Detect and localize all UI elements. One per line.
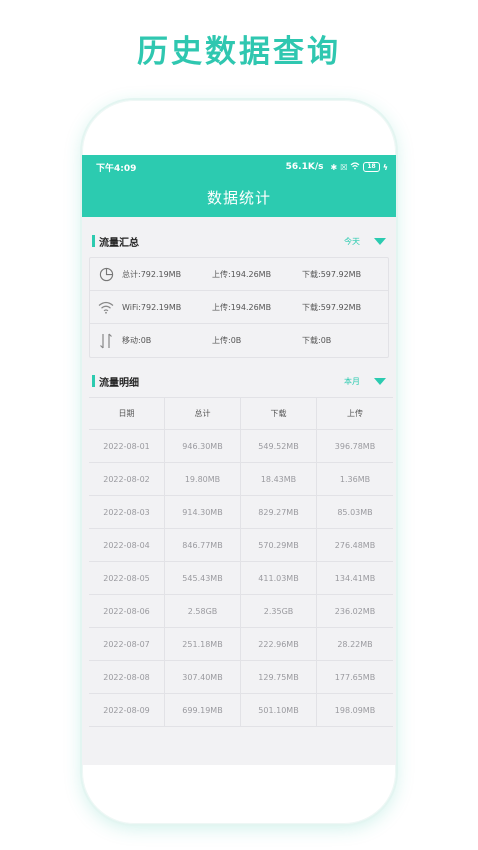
- app-bar: 下午4:09 56.1K/s ✱ ☒ 18 ϟ 数据统计: [82, 155, 396, 217]
- cell-upload: 134.41MB: [334, 573, 376, 583]
- status-time: 下午4:09: [96, 163, 137, 174]
- table-row: 2022-08-01 946.30MB 549.52MB 396.78MB: [89, 430, 393, 463]
- table-row: 2022-08-08 307.40MB 129.75MB 177.65MB: [89, 661, 393, 694]
- cell-total: 251.18MB: [165, 628, 241, 660]
- table-body: 2022-08-01 946.30MB 549.52MB 396.78MB 2022-0…: [89, 430, 393, 727]
- section-accent-bar: [92, 235, 95, 247]
- mobile-download: 下载:0B: [302, 336, 332, 345]
- mobile-total: 移动:0B: [122, 336, 152, 345]
- cell-upload: 396.78MB: [334, 441, 376, 451]
- promo-headline: 历史数据查询: [137, 34, 341, 70]
- table-row: 2022-08-06 2.58GB 2.35GB 236.02MB: [89, 595, 393, 628]
- wifi-total: WiFi:792.19MB: [122, 302, 182, 312]
- network-speed: 56.1K/s: [285, 162, 324, 172]
- cell-download: 549.52MB: [241, 430, 317, 462]
- summary-upload: 上传:194.26MB: [212, 269, 272, 279]
- cell-upload: 198.09MB: [334, 705, 376, 715]
- pie-chart-icon: [90, 267, 122, 282]
- wifi-icon: [90, 301, 122, 314]
- table-header: 日期 总计 下载 上传: [89, 397, 393, 430]
- summary-section-title: 流量汇总: [99, 237, 139, 249]
- cell-download: 411.03MB: [241, 562, 317, 594]
- cell-total: 946.30MB: [165, 430, 241, 462]
- cell-upload: 177.65MB: [334, 672, 376, 682]
- cell-date: 2022-08-01: [89, 430, 165, 462]
- cell-date: 2022-08-05: [89, 562, 165, 594]
- cell-upload: 236.02MB: [334, 606, 376, 616]
- cell-download: 2.35GB: [241, 595, 317, 627]
- cell-download: 570.29MB: [241, 529, 317, 561]
- battery-icon: 18: [363, 162, 380, 172]
- summary-row-mobile: 移动:0B 上传:0B 下载:0B: [90, 324, 388, 357]
- summary-row-wifi: WiFi:792.19MB 上传:194.26MB 下载:597.92MB: [90, 291, 388, 324]
- summary-period-selector[interactable]: 今天: [344, 236, 360, 247]
- cell-upload: 28.22MB: [337, 639, 373, 649]
- cell-upload: 276.48MB: [334, 540, 376, 550]
- cell-download: 501.10MB: [241, 694, 317, 726]
- detail-period-selector[interactable]: 本月: [344, 376, 360, 387]
- summary-dropdown-icon[interactable]: [374, 237, 386, 245]
- cell-date: 2022-08-03: [89, 496, 165, 528]
- phone-frame: 下午4:09 56.1K/s ✱ ☒ 18 ϟ 数据统计 流量汇总 今天 总计:…: [82, 100, 396, 824]
- column-header-total: 总计: [165, 398, 241, 429]
- column-header-upload: 上传: [347, 409, 363, 418]
- column-header-date: 日期: [89, 398, 165, 429]
- status-bar: 下午4:09 56.1K/s ✱ ☒ 18 ϟ: [96, 159, 388, 175]
- summary-section-header: 流量汇总 今天: [92, 232, 386, 250]
- wifi-download: 下载:597.92MB: [302, 302, 362, 312]
- cell-date: 2022-08-04: [89, 529, 165, 561]
- page-title: 数据统计: [206, 189, 271, 207]
- detail-section-title: 流量明细: [99, 377, 139, 389]
- table-row: 2022-08-05 545.43MB 411.03MB 134.41MB: [89, 562, 393, 595]
- wifi-upload: 上传:194.26MB: [212, 302, 272, 312]
- summary-row-total: 总计:792.19MB 上传:194.26MB 下载:597.92MB: [90, 258, 388, 291]
- cell-upload: 85.03MB: [337, 507, 373, 517]
- cell-total: 307.40MB: [165, 661, 241, 693]
- charging-icon: ϟ: [382, 162, 388, 172]
- table-row: 2022-08-07 251.18MB 222.96MB 28.22MB: [89, 628, 393, 661]
- bluetooth-icon: ✱: [330, 162, 338, 172]
- cell-upload: 1.36MB: [339, 474, 371, 484]
- cell-date: 2022-08-09: [89, 694, 165, 726]
- table-row: 2022-08-03 914.30MB 829.27MB 85.03MB: [89, 496, 393, 529]
- section-accent-bar: [92, 375, 95, 387]
- summary-panel: 总计:792.19MB 上传:194.26MB 下载:597.92MB WiFi…: [89, 257, 389, 358]
- cell-download: 222.96MB: [241, 628, 317, 660]
- detail-table: 日期 总计 下载 上传 2022-08-01 946.30MB 549.52MB 39…: [89, 397, 393, 727]
- cell-total: 846.77MB: [165, 529, 241, 561]
- cell-download: 829.27MB: [241, 496, 317, 528]
- cell-total: 545.43MB: [165, 562, 241, 594]
- summary-download: 下载:597.92MB: [302, 269, 362, 279]
- table-row: 2022-08-04 846.77MB 570.29MB 276.48MB: [89, 529, 393, 562]
- cell-total: 2.58GB: [165, 595, 241, 627]
- table-row: 2022-08-02 19.80MB 18.43MB 1.36MB: [89, 463, 393, 496]
- cell-date: 2022-08-08: [89, 661, 165, 693]
- transfer-icon: [90, 333, 122, 349]
- cell-date: 2022-08-02: [89, 463, 165, 495]
- summary-total: 总计:792.19MB: [122, 269, 182, 279]
- cell-download: 18.43MB: [241, 463, 317, 495]
- cell-date: 2022-08-06: [89, 595, 165, 627]
- column-header-download: 下载: [241, 398, 317, 429]
- cell-date: 2022-08-07: [89, 628, 165, 660]
- app-screen: 下午4:09 56.1K/s ✱ ☒ 18 ϟ 数据统计 流量汇总 今天 总计:…: [82, 155, 396, 765]
- cell-total: 914.30MB: [165, 496, 241, 528]
- wifi-status-icon: [350, 162, 360, 172]
- cell-total: 699.19MB: [165, 694, 241, 726]
- detail-dropdown-icon[interactable]: [374, 377, 386, 385]
- table-row: 2022-08-09 699.19MB 501.10MB 198.09MB: [89, 694, 393, 727]
- sim-icon: ☒: [340, 162, 348, 172]
- cell-total: 19.80MB: [165, 463, 241, 495]
- cell-download: 129.75MB: [241, 661, 317, 693]
- detail-section-header: 流量明细 本月: [92, 372, 386, 390]
- mobile-upload: 上传:0B: [212, 336, 242, 345]
